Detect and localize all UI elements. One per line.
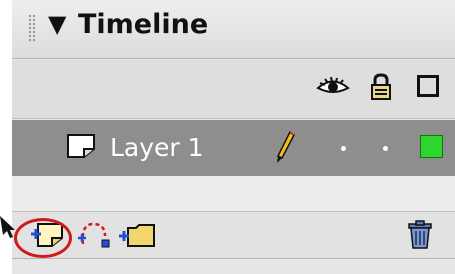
timeline-header[interactable]: ▼ Timeline bbox=[12, 0, 455, 59]
layer-outline-swatch[interactable] bbox=[420, 135, 443, 158]
visibility-dot[interactable] bbox=[341, 146, 346, 151]
column-header-row bbox=[12, 60, 455, 119]
layer-toolbar bbox=[12, 212, 455, 259]
delete-layer-icon[interactable] bbox=[407, 220, 433, 254]
layer-row[interactable]: Layer 1 bbox=[12, 120, 455, 176]
add-motion-guide-icon[interactable] bbox=[77, 220, 113, 254]
triangle-down-icon[interactable]: ▼ bbox=[48, 10, 66, 38]
drag-grip-icon[interactable] bbox=[28, 14, 36, 42]
lock-dot[interactable] bbox=[383, 146, 388, 151]
outline-icon[interactable] bbox=[417, 75, 439, 97]
layer-name[interactable]: Layer 1 bbox=[110, 133, 204, 162]
layer-page-icon bbox=[66, 133, 96, 163]
eye-icon[interactable] bbox=[316, 76, 350, 101]
empty-layer-area bbox=[12, 176, 455, 212]
lock-icon[interactable] bbox=[370, 73, 392, 105]
insert-layer-folder-icon[interactable] bbox=[118, 220, 158, 254]
pencil-icon bbox=[274, 130, 296, 168]
highlight-circle bbox=[14, 218, 72, 258]
timeline-panel: ▼ Timeline Layer 1 bbox=[12, 0, 455, 274]
panel-title: Timeline bbox=[78, 9, 209, 40]
pointer-arrow-icon bbox=[0, 216, 18, 242]
